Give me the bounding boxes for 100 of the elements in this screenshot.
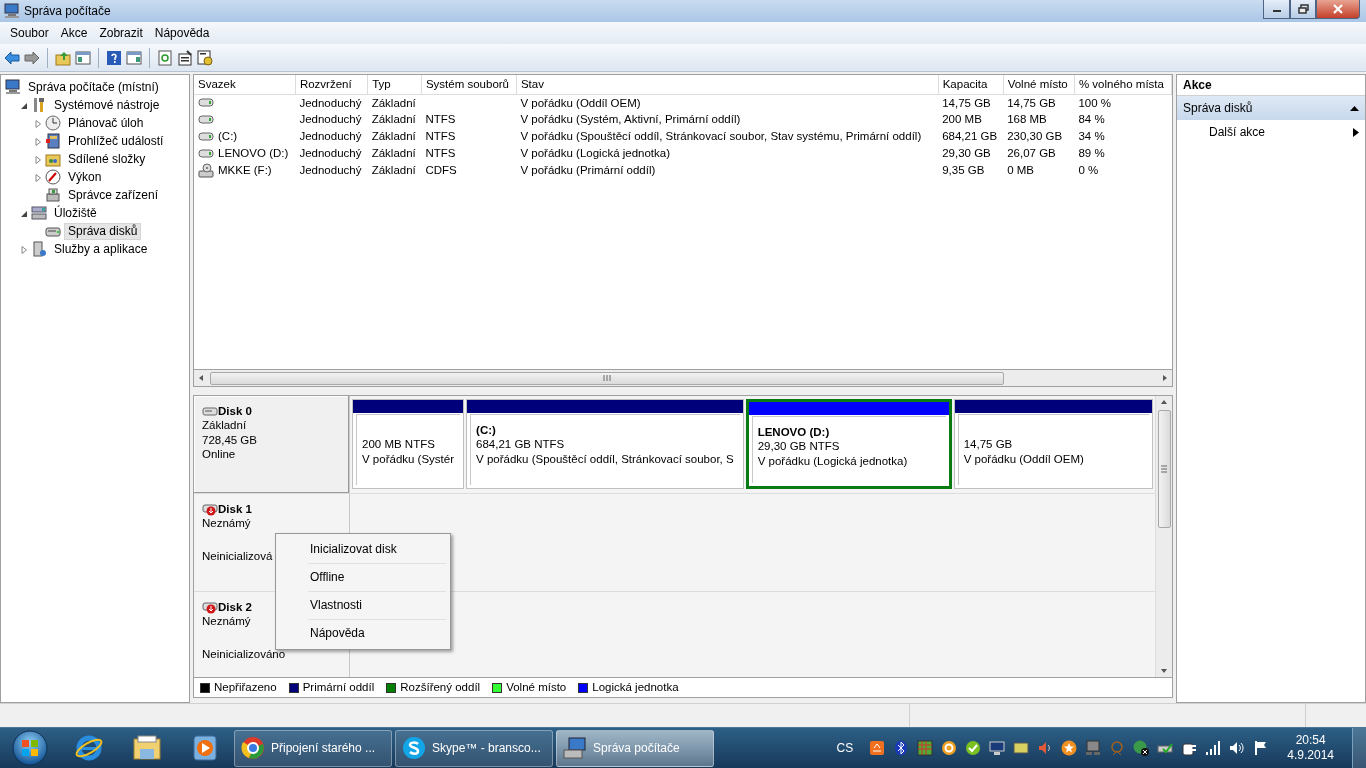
device-icon [45,187,61,203]
collapsed-arrow-icon[interactable] [33,136,42,146]
storage-icon [31,205,47,221]
forward-arrow-icon[interactable] [24,49,40,66]
power-plug-icon[interactable] [1181,740,1198,756]
globe-x-icon[interactable] [1133,740,1150,756]
menu-item[interactable]: Nápověda [148,25,216,41]
collapsed-arrow-icon[interactable] [33,118,42,128]
collapsed-arrow-icon[interactable] [33,154,42,164]
table-cell-text: Jednoduchý [298,163,363,179]
disk-header-panel[interactable]: Disk 0 Základní 728,45 GB Online [194,396,350,493]
action-pane-icon[interactable] [126,49,142,66]
table-cell-text: CDFS [424,163,458,179]
refresh-icon[interactable] [157,49,173,66]
grid-icon[interactable] [917,740,934,756]
vertical-scrollbar[interactable] [1155,396,1172,677]
tree-item[interactable]: Služby a aplikace [50,240,152,258]
table-cell-text: 230,30 GB [1006,129,1064,145]
check-bubble-icon[interactable] [965,740,982,756]
section-title: Správa disků [1183,100,1254,116]
table-cell: 14,75 GB [1003,94,1075,111]
column-header[interactable]: Typ [367,75,422,94]
taskbar-button[interactable]: Připojení starého ... [234,729,392,767]
star-icon[interactable] [1061,740,1078,756]
display-icon[interactable] [1013,740,1030,756]
ring-icon[interactable] [941,740,958,756]
legend-label: Primární oddíl [302,680,375,695]
properties-icon[interactable] [177,49,193,66]
tree-item[interactable]: Prohlížeč událostí [64,132,168,150]
partition-block[interactable]: (C:) 684,21 GB NTFS V pořádku (Spouštěcí oddíl, Stránkovací soubor, S [466,399,744,489]
table-cell: 14,75 GB [938,94,1004,111]
partition-block[interactable]: LENOVO (D:) 29,30 GB NTFS V pořádku (Logická jednotka) [745,399,952,489]
app-icon[interactable] [869,740,886,756]
menu-item[interactable]: Soubor [4,25,55,41]
disk-status: Online [202,447,237,462]
back-arrow-icon[interactable] [4,49,20,66]
disk-name: Disk 1 [218,502,252,517]
collapsed-arrow-icon[interactable] [33,172,42,182]
column-header[interactable]: Volné místo [1003,75,1075,94]
disk-error-icon [202,600,218,615]
taskbar-button[interactable]: Skype™ - bransco... [395,729,553,767]
table-cell-text: 200 MB [941,112,983,128]
language-indicator[interactable]: CS [836,740,854,756]
action-section-header[interactable]: Správa disků [1177,96,1365,120]
tree-item[interactable]: Výkon [64,168,106,186]
volume-icon[interactable] [1229,740,1246,756]
server-gear-icon [31,241,47,257]
folder-up-icon[interactable] [55,49,71,66]
media-play-icon[interactable] [190,733,220,763]
disk-name: Disk 2 [218,600,252,615]
partition-block[interactable]: 14,75 GB V pořádku (Oddíl OEM) [953,399,1153,489]
tree-item[interactable]: Plánovač úloh [64,114,148,132]
show-desktop-button[interactable] [1352,728,1366,768]
partition-status: V pořádku (Logická jednotka) [757,453,909,469]
tree-item[interactable]: Správa počítače (místní) [24,78,163,96]
partition-block[interactable]: 200 MB NTFS V pořádku (Systér [352,399,465,489]
column-header[interactable]: % volného místa [1074,75,1172,94]
minimize-button[interactable] [1263,0,1290,19]
table-cell: V pořádku (Oddíl OEM) [516,94,939,111]
monitor-icon[interactable] [989,740,1006,756]
table-cell-text: 34 % [1077,129,1106,145]
column-header[interactable]: Svazek [194,75,296,94]
tools-icon [31,97,47,113]
tree-item[interactable]: Sdílené složky [64,150,150,168]
column-header[interactable]: Kapacita [938,75,1004,94]
menu-item[interactable]: Akce [54,25,94,41]
volume-name: (C:) [218,129,238,144]
tree-item[interactable]: Správa disků [64,222,142,240]
collapsed-arrow-icon[interactable] [19,244,28,254]
browser-e-icon[interactable] [74,733,104,763]
table-cell-text: 9,35 GB [941,163,986,179]
table-cell-text: 29,30 GB [941,146,992,162]
table-cell-text: 26,07 GB [1006,146,1057,162]
column-header[interactable]: Stav [516,75,939,94]
console-tree-icon[interactable] [75,49,91,66]
screen-icon[interactable] [1085,740,1102,756]
start-button[interactable] [12,730,48,766]
tree-item[interactable]: Systémové nástroje [50,96,164,114]
disk-type: Základní [202,418,248,433]
horizontal-scrollbar[interactable] [193,369,1173,387]
column-header[interactable]: Rozvržení [295,75,368,94]
maximize-button[interactable] [1290,0,1316,19]
tree-item[interactable]: Správce zařízení [64,186,163,204]
column-header[interactable]: Systém souborů [421,75,517,94]
tree-item[interactable]: Úložiště [50,204,101,222]
close-button[interactable] [1316,0,1360,19]
clock-time[interactable]: 20:54 [1295,733,1326,748]
table-cell-text: NTFS [424,129,457,145]
settings-icon[interactable] [197,49,213,66]
partition-label: LENOVO (D:) [757,425,831,440]
signal-bars-icon[interactable] [1205,740,1222,756]
clock-date[interactable]: 4.9.2014 [1287,748,1334,763]
menu-item[interactable]: Zobrazit [93,25,149,41]
bluetooth-icon[interactable] [893,740,910,756]
action-item[interactable]: Další akce [1177,120,1365,144]
help-icon[interactable] [106,49,122,66]
folder-icon[interactable] [132,733,162,763]
table-cell-text: V pořádku (Systém, Aktivní, Primární oddíl) [519,112,742,128]
partition-label: (C:) [476,423,497,438]
disk-name: Disk 0 [218,404,252,419]
